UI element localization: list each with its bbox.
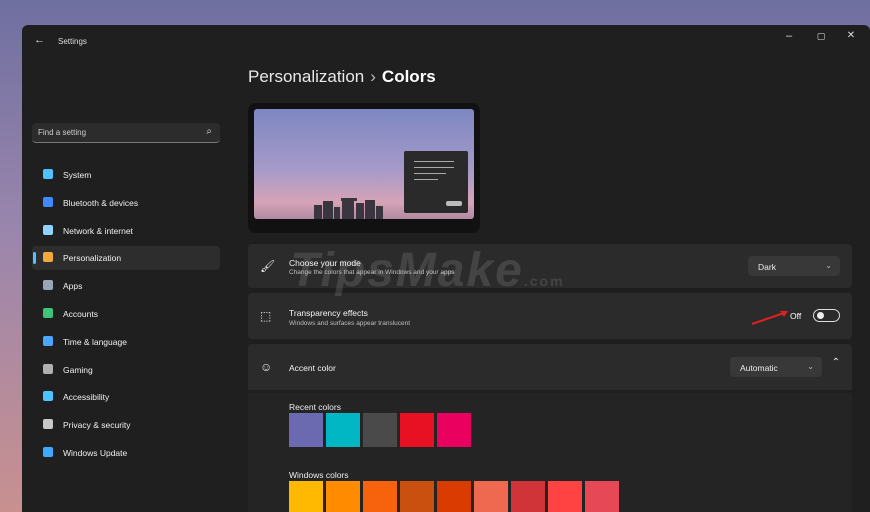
- palette-icon: ☺: [260, 360, 273, 374]
- windows-color-swatch[interactable]: [585, 481, 619, 512]
- sidebar-item-label: Accessibility: [63, 392, 110, 403]
- shield-icon: [43, 419, 53, 430]
- title-bar: ← Settings – ▢ ✕: [22, 25, 870, 59]
- transparency-card: ⬚ Transparency effects Windows and surfa…: [248, 293, 852, 339]
- sidebar-item-system[interactable]: System: [32, 163, 220, 187]
- sidebar-item-label: Personalization: [63, 253, 122, 264]
- transparency-icon: ⬚: [260, 309, 272, 323]
- accessibility-icon: [43, 391, 53, 402]
- brush-icon: [43, 252, 53, 263]
- theme-preview: [248, 103, 480, 233]
- sidebar-item-label: Bluetooth & devices: [63, 197, 139, 208]
- close-button[interactable]: ✕: [844, 30, 858, 41]
- windows-color-swatch[interactable]: [326, 481, 360, 512]
- active-indicator: [33, 252, 36, 265]
- windows-color-swatch[interactable]: [511, 481, 545, 512]
- sidebar-item-bluetooth-devices[interactable]: Bluetooth & devices: [32, 191, 220, 215]
- sidebar-item-label: Apps: [63, 281, 83, 292]
- sidebar-item-label: Accounts: [63, 309, 98, 319]
- sidebar-item-windows-update[interactable]: Windows Update: [32, 441, 220, 465]
- search-icon[interactable]: ⌕: [206, 126, 212, 137]
- system-icon: [43, 169, 53, 179]
- breadcrumb-separator: ›: [370, 67, 376, 86]
- globe-clock-icon: [43, 335, 53, 346]
- preview-window: [404, 151, 468, 213]
- accent-title: Accent color: [289, 363, 336, 373]
- windows-color-swatch[interactable]: [548, 481, 582, 512]
- windows-color-swatch[interactable]: [437, 481, 471, 512]
- stonehenge-silhouette: [312, 197, 386, 219]
- wifi-icon: [43, 224, 53, 235]
- mode-card: 🖌 Choose your mode Change the colors tha…: [248, 244, 852, 288]
- sidebar-item-label: Gaming: [63, 364, 93, 375]
- sidebar-item-apps[interactable]: Apps: [32, 274, 220, 298]
- recent-color-swatch[interactable]: [326, 413, 360, 447]
- recent-color-swatch[interactable]: [363, 413, 397, 447]
- chevron-down-icon: ⌄: [825, 261, 832, 270]
- transparency-toggle[interactable]: [813, 309, 840, 322]
- sidebar-item-label: Windows Update: [63, 448, 128, 458]
- mode-title: Choose your mode: [289, 258, 361, 268]
- recent-color-swatch[interactable]: [400, 413, 434, 447]
- windows-color-swatch[interactable]: [474, 481, 508, 512]
- windows-color-swatch[interactable]: [363, 481, 397, 512]
- recent-color-swatch[interactable]: [437, 413, 471, 447]
- sidebar-item-network-internet[interactable]: Network & internet: [32, 219, 220, 243]
- transparency-description: Windows and surfaces appear translucent: [289, 320, 411, 327]
- transparency-state-label: Off: [790, 311, 802, 321]
- search-placeholder: Find a setting: [38, 128, 87, 137]
- windows-colors-label: Windows colors: [289, 470, 349, 480]
- sidebar-item-personalization[interactable]: Personalization: [32, 246, 220, 271]
- accent-card: ☺ Accent color Automatic ⌄ ⌃: [248, 344, 852, 390]
- sidebar-item-label: Privacy & security: [63, 420, 131, 431]
- accent-colors-panel: Recent colors Windows colors: [248, 393, 852, 512]
- windows-color-swatch[interactable]: [289, 481, 323, 512]
- accent-dropdown[interactable]: Automatic ⌄: [730, 357, 822, 377]
- bluetooth-icon: [43, 196, 53, 207]
- minimize-button[interactable]: –: [782, 30, 796, 42]
- red-arrow-annotation: [751, 311, 788, 325]
- accent-value: Automatic: [740, 363, 778, 373]
- mode-dropdown[interactable]: Dark ⌄: [748, 256, 840, 276]
- recent-color-swatch[interactable]: [289, 413, 323, 447]
- sidebar-item-label: System: [63, 170, 92, 180]
- search-input[interactable]: Find a setting ⌕: [32, 123, 220, 143]
- breadcrumb-parent[interactable]: Personalization: [248, 67, 364, 86]
- windows-color-swatch[interactable]: [400, 481, 434, 512]
- maximize-button[interactable]: ▢: [814, 31, 828, 42]
- toggle-knob: [817, 312, 824, 319]
- sidebar-item-label: Network & internet: [63, 225, 133, 236]
- mode-value: Dark: [758, 262, 776, 272]
- gamepad-icon: [43, 363, 53, 374]
- recent-colors-label: Recent colors: [289, 402, 341, 412]
- app-title: Settings: [58, 37, 87, 46]
- sidebar-item-label: Time & language: [63, 336, 127, 347]
- mode-description: Change the colors that appear in Windows…: [289, 269, 455, 276]
- brush-mode-icon: 🖌: [260, 259, 276, 273]
- chevron-up-icon[interactable]: ⌃: [828, 357, 844, 368]
- update-icon: [43, 447, 53, 457]
- sidebar-item-accessibility[interactable]: Accessibility: [32, 385, 220, 409]
- back-arrow-icon[interactable]: ←: [34, 34, 45, 46]
- sidebar-item-privacy-security[interactable]: Privacy & security: [32, 413, 220, 437]
- sidebar-item-time-language[interactable]: Time & language: [32, 330, 220, 354]
- apps-icon: [43, 280, 53, 291]
- sidebar-item-accounts[interactable]: Accounts: [32, 302, 220, 326]
- transparency-title: Transparency effects: [289, 308, 368, 318]
- person-icon: [43, 308, 53, 318]
- sidebar-item-gaming[interactable]: Gaming: [32, 358, 220, 382]
- page-title: Personalization › Colors: [248, 67, 436, 87]
- chevron-down-icon: ⌄: [807, 362, 814, 371]
- preview-wallpaper: [254, 109, 474, 219]
- settings-window: ← Settings – ▢ ✕ Find a setting ⌕ System…: [22, 25, 870, 512]
- breadcrumb-current: Colors: [381, 67, 436, 86]
